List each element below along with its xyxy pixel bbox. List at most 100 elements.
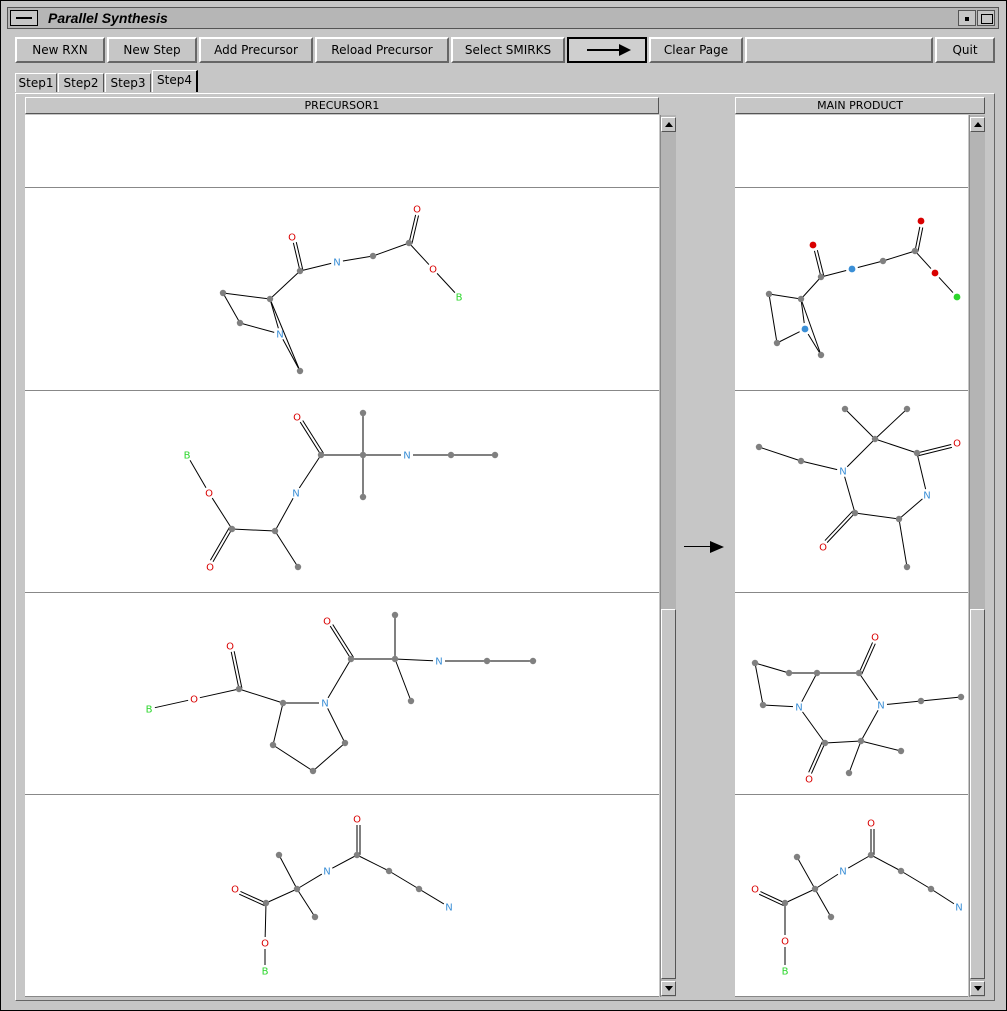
carbon-atom (262, 899, 270, 907)
double-bond (808, 741, 823, 773)
new-step-button[interactable]: New Step (107, 37, 197, 63)
atom-label: O (261, 939, 269, 950)
scroll-thumb[interactable] (970, 609, 985, 979)
quit-button[interactable]: Quit (935, 37, 995, 63)
carbon-atom (759, 701, 767, 709)
atom-label: N (321, 699, 328, 710)
bond (860, 740, 902, 752)
bond (342, 255, 374, 262)
carbon-atom (296, 367, 304, 375)
reload-precursor-button[interactable]: Reload Precursor (315, 37, 449, 63)
bond (762, 704, 794, 708)
bond (292, 242, 301, 272)
bond (231, 528, 276, 532)
precursor-molecule-cell[interactable]: N (25, 115, 659, 188)
double-bond (239, 893, 265, 907)
bond (801, 672, 818, 702)
bond (814, 873, 839, 890)
precursor-molecule-cell[interactable]: B O O N O N (25, 593, 659, 795)
bond (394, 658, 412, 702)
title-bar[interactable]: Parallel Synthesis (7, 7, 999, 29)
scroll-up-icon[interactable] (661, 117, 676, 132)
scroll-up-icon[interactable] (970, 117, 985, 132)
precursor-molecule-cell[interactable]: B O O N O N (25, 391, 659, 593)
carbon-atom (895, 515, 903, 523)
precursor-molecule-cell[interactable]: N O N O O B (25, 189, 659, 391)
atom-label: B (184, 451, 191, 462)
atom-label: O (751, 885, 759, 896)
carbon-atom (913, 449, 921, 457)
carbon-atom (781, 899, 789, 907)
bond (844, 408, 876, 440)
hetero-atom (953, 293, 961, 301)
carbon-atom (415, 885, 423, 893)
scroll-thumb[interactable] (661, 609, 676, 979)
atom-label: N (923, 491, 930, 502)
atom-label: N (292, 489, 299, 500)
carbon-atom (927, 885, 935, 893)
minimize-icon[interactable] (958, 10, 976, 26)
double-bond (332, 624, 354, 658)
select-smirks-button[interactable]: Select SMIRKS (451, 37, 565, 63)
bond (329, 625, 352, 660)
maximize-icon[interactable] (977, 10, 995, 26)
precursor-molecule-structure: B O O N O N (184, 409, 499, 574)
precursor-list[interactable]: N N O N O O B B O O N O N B O O N O N O O B N O N (25, 115, 659, 997)
tab-step3[interactable]: Step3 (105, 73, 151, 92)
bond (870, 854, 902, 872)
atom-label: B (146, 705, 153, 716)
precursor-scrollbar[interactable] (660, 115, 676, 997)
bond (299, 421, 322, 456)
scroll-down-icon[interactable] (661, 981, 676, 996)
double-bond (758, 893, 784, 907)
carbon-atom (385, 867, 393, 875)
bond (800, 276, 822, 300)
new-rxn-button[interactable]: New RXN (15, 37, 105, 63)
bond (846, 438, 876, 468)
product-scrollbar[interactable] (969, 115, 985, 997)
carbon-atom (841, 405, 849, 413)
bond (264, 902, 267, 938)
carbon-atom (957, 693, 965, 701)
tab-step1[interactable]: Step1 (15, 73, 57, 92)
bond (758, 446, 802, 462)
bond (938, 277, 954, 293)
bond (813, 250, 822, 278)
add-precursor-button[interactable]: Add Precursor (199, 37, 313, 63)
bond (847, 854, 872, 869)
bond (920, 696, 962, 702)
bond (914, 250, 932, 269)
product-molecule-cell[interactable] (735, 115, 968, 188)
bond (296, 873, 323, 890)
reaction-arrow-icon (684, 541, 724, 553)
carbon-atom (236, 319, 244, 327)
precursor-molecule-cell[interactable]: O O B N O N (25, 795, 659, 997)
scroll-down-icon[interactable] (970, 981, 985, 996)
bond (296, 888, 316, 918)
product-molecule-cell[interactable]: N O N O (735, 391, 968, 593)
carbon-atom (405, 239, 413, 247)
bond (222, 292, 271, 300)
product-list[interactable]: N O N O N O N O O O B N O N (735, 115, 968, 997)
bond (826, 512, 856, 543)
bond (854, 512, 900, 520)
run-arrow-button[interactable] (567, 37, 647, 63)
bond (810, 742, 826, 774)
product-molecule-cell[interactable] (735, 189, 968, 391)
atom-label: N (276, 330, 283, 341)
atom-label: N (445, 903, 452, 914)
product-molecule-cell[interactable]: N O N O (735, 593, 968, 795)
carbon-atom (855, 669, 863, 677)
app-window: Parallel Synthesis New RXN New Step Add … (0, 0, 1007, 1011)
carbon-atom (793, 853, 801, 861)
clear-page-button[interactable]: Clear Page (649, 37, 743, 63)
atom-label: B (782, 967, 789, 978)
window-menu-icon[interactable] (10, 10, 38, 26)
tab-step4[interactable]: Step4 (152, 70, 198, 92)
bond (436, 273, 456, 293)
tab-step2[interactable]: Step2 (58, 73, 104, 92)
product-molecule-cell[interactable]: O O B N O N (735, 795, 968, 997)
carbon-atom (785, 669, 793, 677)
carbon-atom (266, 295, 274, 303)
atom-label: O (288, 233, 296, 244)
